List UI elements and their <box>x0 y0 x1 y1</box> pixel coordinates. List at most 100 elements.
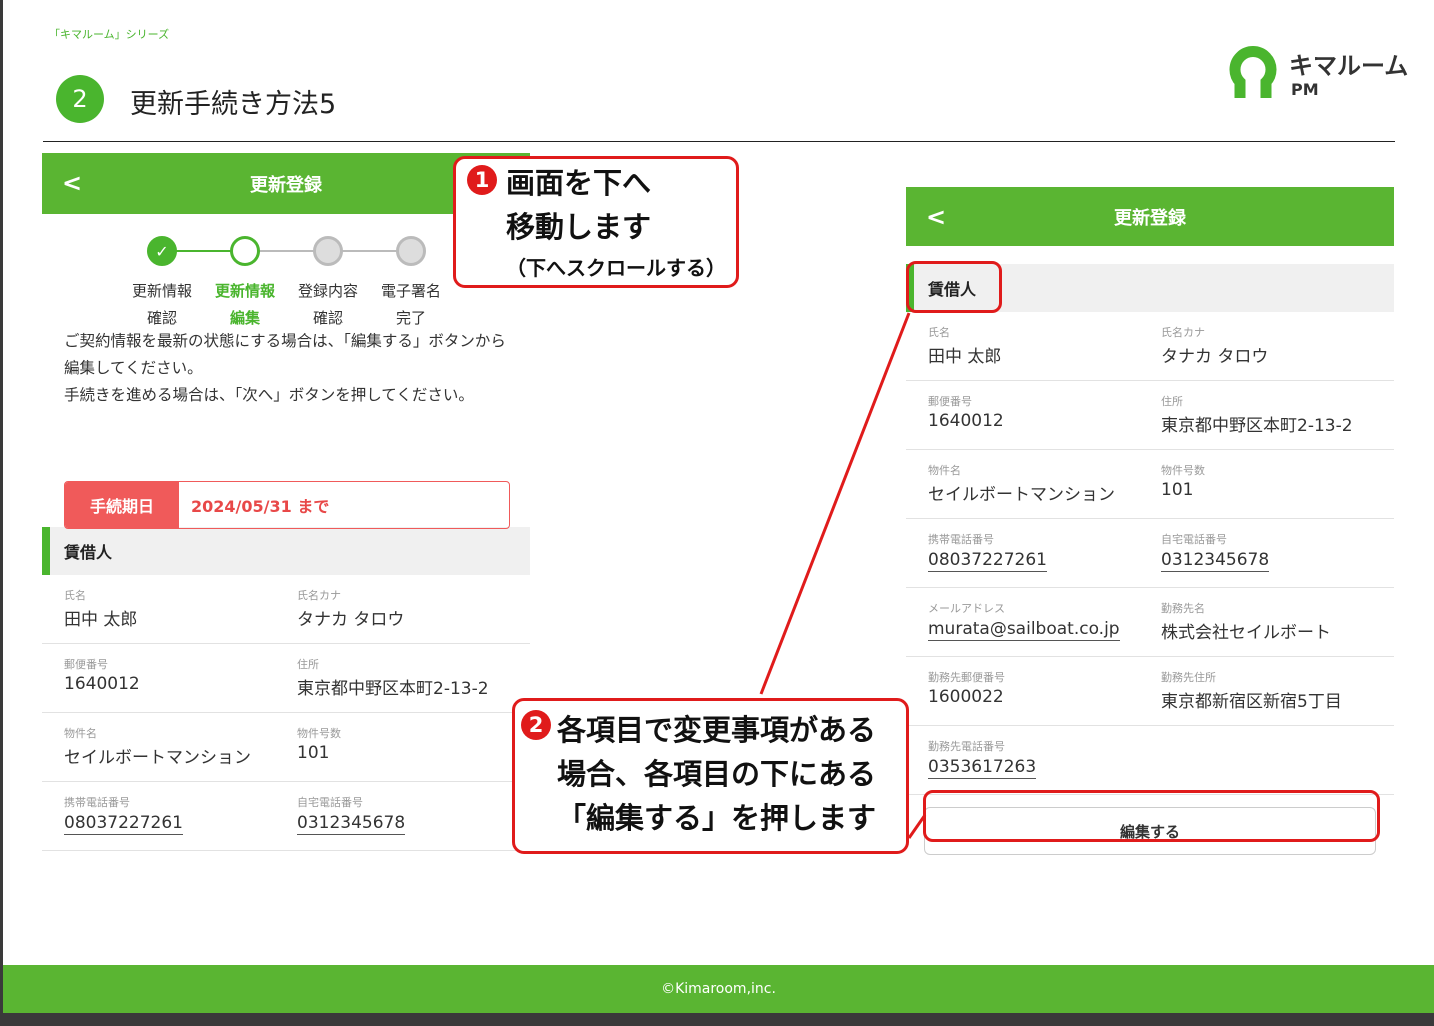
field-label: 郵便番号 <box>928 395 972 408</box>
left-info-list: 氏名 田中 太郎 氏名カナ タナカ タロウ 郵便番号 1640012 住所 東京都中野区本町2… <box>42 575 530 851</box>
deadline-label: 手続期日 <box>65 482 179 528</box>
page-title: 更新手続き方法5 <box>130 89 337 120</box>
info-row: 勤務先電話番号 0353617263 <box>906 726 1394 795</box>
info-cell: 氏名 田中 太郎 <box>928 324 1161 380</box>
field-label: 物件号数 <box>297 727 341 740</box>
field-link[interactable]: 08037227261 <box>64 812 183 835</box>
step-number-badge: 2 <box>56 75 104 123</box>
field-label: 勤務先住所 <box>1161 671 1216 684</box>
series-label: 「キマルーム」シリーズ <box>49 28 170 41</box>
field-label: 勤務先電話番号 <box>928 740 1005 753</box>
field-label: 自宅電話番号 <box>297 796 363 809</box>
logo-mark-icon <box>1229 46 1277 98</box>
field-value: 田中 太郎 <box>928 347 1002 367</box>
field-label: 自宅電話番号 <box>1161 533 1227 546</box>
deadline-value: 2024/05/31 まで <box>191 497 330 516</box>
step-3-dot <box>313 236 343 266</box>
highlight-edit-button <box>923 790 1380 842</box>
info-row: 郵便番号 1640012 住所東京都中野区本町2-13-2 <box>906 381 1394 450</box>
field-label: 携帯電話番号 <box>928 533 994 546</box>
step-1-check-icon: ✓ <box>147 236 177 266</box>
footer-copyright: ©Kimaroom,inc. <box>3 965 1434 1013</box>
info-cell: 物件名 セイルボートマンション <box>64 725 297 781</box>
logo-text: キマルーム <box>1289 52 1409 80</box>
field-value: 1640012 <box>64 674 140 694</box>
field-value: タナカ タロウ <box>1161 347 1269 367</box>
field-value: 101 <box>1161 480 1194 500</box>
field-value: 101 <box>297 743 330 763</box>
callout-1-number: 1 <box>467 165 497 195</box>
info-row: 携帯電話番号 08037227261 自宅電話番号 0312345678 <box>42 782 530 851</box>
info-row: 氏名 田中 太郎 氏名カナ タナカ タロウ <box>42 575 530 644</box>
callout-1-sub: （下へスクロールする） <box>506 256 726 280</box>
field-label: 勤務先名 <box>1161 602 1205 615</box>
field-label: 勤務先郵便番号 <box>928 671 1005 684</box>
callout-1-line-2: 移動します <box>506 210 652 244</box>
info-cell: 自宅電話番号 0312345678 <box>1161 531 1394 587</box>
field-value: 1640012 <box>928 411 1004 431</box>
field-label: 氏名カナ <box>297 589 341 602</box>
info-cell: 氏名カナタナカ タロウ <box>297 587 530 643</box>
field-label: 郵便番号 <box>64 658 108 671</box>
field-value: 東京都中野区本町2-13-2 <box>1161 416 1353 436</box>
field-value: セイルボートマンション <box>64 748 251 768</box>
field-value: タナカ タロウ <box>297 610 405 630</box>
info-row: メールアドレス murata@sailboat.co.jp 勤務先名 株式会社セイルボ… <box>906 588 1394 657</box>
info-cell: 携帯電話番号 08037227261 <box>928 531 1161 587</box>
info-cell: 物件号数 101 <box>297 725 530 781</box>
field-link[interactable]: 0312345678 <box>1161 549 1270 572</box>
step-2-dot <box>230 236 260 266</box>
callout-2-line-2: 場合、各項目の下にある <box>557 757 877 791</box>
info-cell: 携帯電話番号 08037227261 <box>64 794 297 850</box>
info-cell: 勤務先郵便番号 1600022 <box>928 669 1161 725</box>
field-value: 東京都中野区本町2-13-2 <box>297 679 489 699</box>
info-cell: 氏名カナタナカ タロウ <box>1161 324 1394 380</box>
intro-line-2: 手続きを進める場合は、「次へ」ボタンを押してください。 <box>64 386 474 404</box>
field-value: 東京都新宿区新宿5丁目 <box>1161 692 1342 712</box>
info-cell: 自宅電話番号 0312345678 <box>297 794 530 850</box>
callout-2-number: 2 <box>521 710 551 740</box>
logo-sub: PM <box>1291 80 1319 99</box>
right-appbar: < 更新登録 <box>906 187 1394 246</box>
info-cell: 住所東京都中野区本町2-13-2 <box>297 656 530 712</box>
step-2-label: 更新情報 編集 <box>214 282 275 327</box>
field-link[interactable]: 0312345678 <box>297 812 406 835</box>
info-row: 勤務先郵便番号 1600022 勤務先住所東京都新宿区新宿5丁目 <box>906 657 1394 726</box>
info-cell: 物件号数 101 <box>1161 462 1394 518</box>
field-value: 1600022 <box>928 687 1004 707</box>
field-label: 住所 <box>1161 395 1183 408</box>
field-label: 住所 <box>297 658 319 671</box>
section-header-tenant: 賃借人 <box>42 527 530 575</box>
left-appbar-title: 更新登録 <box>250 174 322 196</box>
page: 「キマルーム」シリーズ 2 更新手続き方法5 キマルーム PM < 更新登録 ✓… <box>3 0 1434 1013</box>
intro-line-1: ご契約情報を最新の状態にする場合は、「編集する」ボタンから編集してください。 <box>64 332 506 377</box>
info-row: 携帯電話番号 08037227261 自宅電話番号 0312345678 <box>906 519 1394 588</box>
field-link[interactable]: 0353617263 <box>928 756 1037 779</box>
back-chevron-icon[interactable]: < <box>926 203 946 231</box>
info-cell: 氏名 田中 太郎 <box>64 587 297 643</box>
callout-2-line-1: 各項目で変更事項がある <box>557 713 877 747</box>
field-link[interactable]: murata@sailboat.co.jp <box>928 618 1120 641</box>
field-link[interactable]: 08037227261 <box>928 549 1047 572</box>
info-cell: 郵便番号 1640012 <box>64 656 297 712</box>
field-label: 携帯電話番号 <box>64 796 130 809</box>
field-label: 物件号数 <box>1161 464 1205 477</box>
info-cell: 勤務先住所東京都新宿区新宿5丁目 <box>1161 669 1394 725</box>
callout-2: 2 各項目で変更事項がある 場合、各項目の下にある 「編集する」を押します <box>512 698 909 854</box>
step-4-dot <box>396 236 426 266</box>
field-label: 氏名 <box>64 589 86 602</box>
deadline-box: 手続期日 2024/05/31 まで <box>64 481 510 529</box>
info-cell: 郵便番号 1640012 <box>928 393 1161 449</box>
info-cell: 勤務先名 株式会社セイルボート <box>1161 600 1394 656</box>
info-cell: 物件名 セイルボートマンション <box>928 462 1161 518</box>
info-row: 氏名 田中 太郎 氏名カナ タナカ タロウ <box>906 312 1394 381</box>
field-value: セイルボートマンション <box>928 485 1115 505</box>
info-cell: 勤務先電話番号 0353617263 <box>928 738 1177 794</box>
highlight-section-header <box>906 261 1002 313</box>
info-cell: 住所東京都中野区本町2-13-2 <box>1161 393 1394 449</box>
field-value: 田中 太郎 <box>64 610 138 630</box>
info-row: 郵便番号 1640012 住所東京都中野区本町2-13-2 <box>42 644 530 713</box>
field-label: 氏名カナ <box>1161 326 1205 339</box>
field-label: 氏名 <box>928 326 950 339</box>
back-chevron-icon[interactable]: < <box>62 169 82 197</box>
